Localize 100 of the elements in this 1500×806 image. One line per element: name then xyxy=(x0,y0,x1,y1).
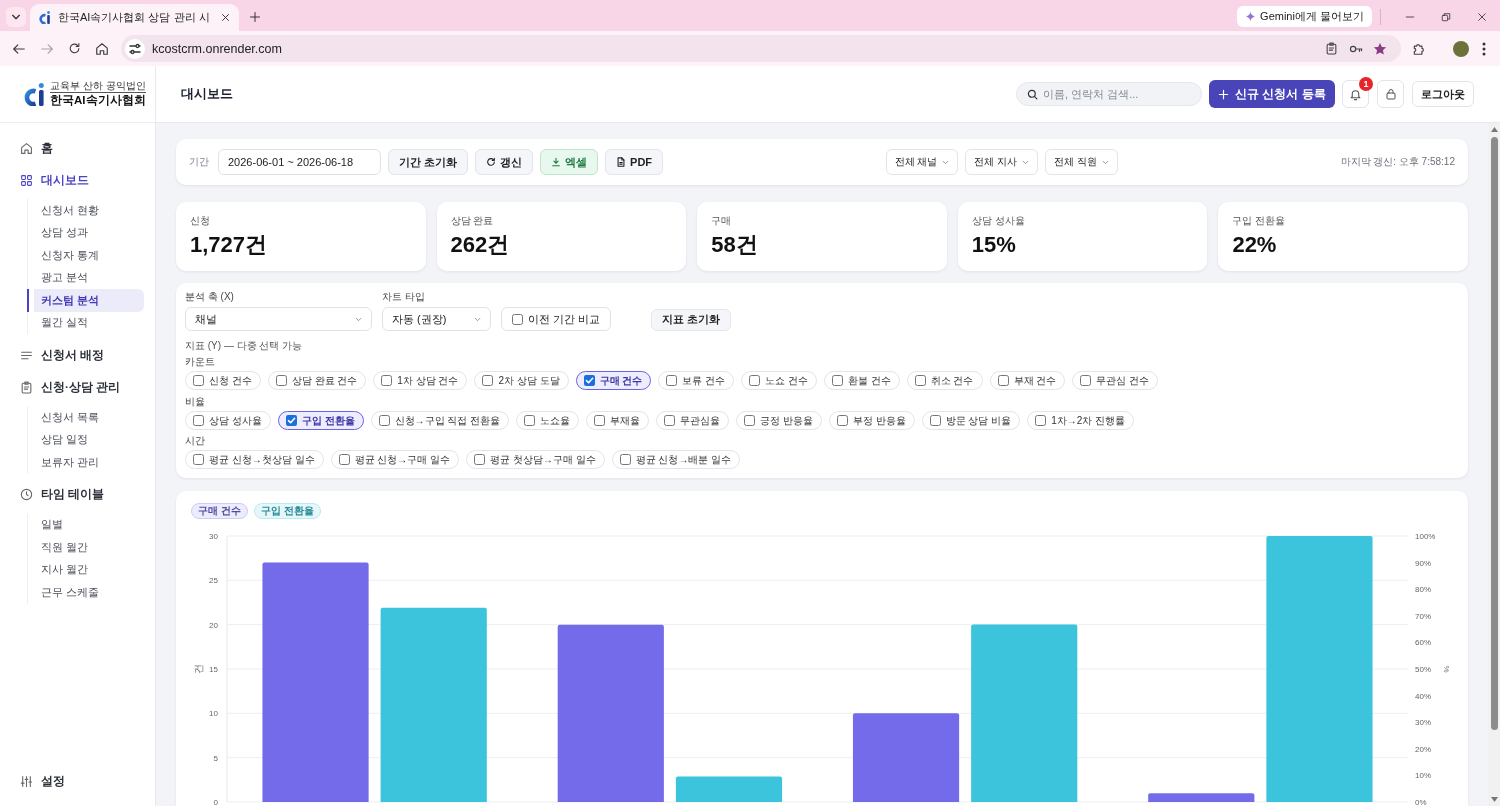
checkbox[interactable] xyxy=(594,415,606,426)
metric-toggle[interactable]: 부정 반응율 xyxy=(828,411,915,430)
nav-subitem[interactable]: 커스텀 분석 xyxy=(27,289,144,312)
compare-toggle[interactable]: 이전 기간 비교 xyxy=(501,307,612,331)
scroll-up-icon[interactable] xyxy=(1490,127,1498,132)
refresh-button[interactable]: 갱신 xyxy=(475,149,534,175)
new-tab-icon[interactable] xyxy=(248,10,261,23)
metric-toggle[interactable]: 노쇼율 xyxy=(516,411,580,430)
back-icon[interactable] xyxy=(12,41,26,56)
nav-subitem[interactable]: 상담 일정 xyxy=(27,428,144,451)
browser-tab[interactable]: 한국AI속기사협회 상담 관리 시 xyxy=(30,4,239,31)
checkbox[interactable] xyxy=(836,415,848,426)
metric-toggle[interactable]: 구입 전환율 xyxy=(277,411,364,430)
date-range-field[interactable]: 2026-06-01 ~ 2026-06-18 xyxy=(218,149,381,175)
nav-subitem[interactable]: 직원 월간 xyxy=(27,536,144,559)
lock-button[interactable] xyxy=(1377,80,1404,108)
checkbox[interactable] xyxy=(285,415,297,426)
home-icon[interactable] xyxy=(95,41,109,56)
address-bar[interactable]: kcostcrm.onrender.com xyxy=(121,35,1401,62)
metric-toggle[interactable]: 상담 성사율 xyxy=(185,411,271,430)
checkbox[interactable] xyxy=(275,375,287,386)
checkbox[interactable] xyxy=(929,415,941,426)
reset-metrics-button[interactable]: 지표 초기화 xyxy=(651,309,732,331)
checkbox[interactable] xyxy=(1035,415,1047,426)
metric-toggle[interactable]: 구매 건수 xyxy=(575,371,652,390)
metric-toggle[interactable]: 긍정 반응율 xyxy=(736,411,822,430)
metric-toggle[interactable]: 평균 신청→첫상담 일수 xyxy=(185,450,324,469)
metric-toggle[interactable]: 1차 상담 건수 xyxy=(373,371,468,390)
nav-subitem[interactable]: 일별 xyxy=(27,513,144,536)
metric-toggle[interactable]: 노쇼 건수 xyxy=(741,371,817,390)
nav-subitem[interactable]: 신청서 현황 xyxy=(27,199,144,222)
scrollbar-thumb[interactable] xyxy=(1490,137,1498,730)
metric-toggle[interactable]: 보류 건수 xyxy=(658,371,735,390)
nav-subitem[interactable]: 월간 실적 xyxy=(27,311,144,334)
checkbox[interactable] xyxy=(619,454,631,465)
checkbox[interactable] xyxy=(664,415,676,426)
star-icon[interactable] xyxy=(1373,41,1387,56)
metric-toggle[interactable]: 상담 완료 건수 xyxy=(267,371,367,390)
checkbox[interactable] xyxy=(193,454,204,465)
metric-toggle[interactable]: 부재율 xyxy=(586,411,650,430)
checkbox[interactable] xyxy=(749,375,761,386)
checkbox[interactable] xyxy=(583,375,595,386)
branch-select[interactable]: 전체 지사 xyxy=(965,149,1039,175)
puzzle-icon[interactable] xyxy=(1412,41,1426,56)
logout-button[interactable]: 로그아웃 xyxy=(1412,81,1474,107)
checkbox[interactable] xyxy=(512,313,523,325)
nav-item[interactable]: 홈 xyxy=(20,137,57,159)
x-axis-select[interactable]: 채널 xyxy=(185,307,372,331)
gemini-button[interactable]: Gemini에게 물어보기 xyxy=(1237,6,1372,27)
checkbox[interactable] xyxy=(381,375,393,386)
checkbox[interactable] xyxy=(524,415,536,426)
nav-item[interactable]: 신청서 배정 xyxy=(20,344,109,366)
metric-toggle[interactable]: 2차 상담 도달 xyxy=(474,371,569,390)
nav-item[interactable]: 신청·상담 관리 xyxy=(20,376,125,398)
scrollbar-track[interactable] xyxy=(1488,123,1500,806)
restore-icon[interactable] xyxy=(1441,11,1451,22)
metric-toggle[interactable]: 평균 신청→배분 일수 xyxy=(611,450,741,469)
checkbox[interactable] xyxy=(666,375,678,386)
metric-toggle[interactable]: 무관심 건수 xyxy=(1072,371,1159,390)
staff-select[interactable]: 전체 직원 xyxy=(1045,149,1118,175)
metric-toggle[interactable]: 신청→구입 직접 전환율 xyxy=(370,411,510,430)
pdf-button[interactable]: PDF xyxy=(605,149,664,175)
site-info-icon[interactable] xyxy=(125,38,145,59)
close-icon[interactable] xyxy=(1477,11,1487,22)
nav-item[interactable]: 타임 테이블 xyxy=(20,483,109,506)
metric-toggle[interactable]: 평균 첫상담→구매 일수 xyxy=(466,450,605,469)
nav-subitem[interactable]: 근무 스케줄 xyxy=(27,581,144,604)
nav-item[interactable]: 대시보드 xyxy=(20,169,93,191)
nav-item[interactable]: 설정 xyxy=(20,770,69,792)
chart-type-select[interactable]: 자동 (권장) xyxy=(382,307,491,331)
checkbox[interactable] xyxy=(193,415,204,426)
scroll-down-icon[interactable] xyxy=(1490,797,1498,802)
metric-toggle[interactable]: 방문 상담 비율 xyxy=(921,411,1021,430)
checkbox[interactable] xyxy=(1080,375,1092,386)
checkbox[interactable] xyxy=(474,454,486,465)
checkbox[interactable] xyxy=(831,375,843,386)
channel-select[interactable]: 전체 채널 xyxy=(885,149,959,175)
checkbox[interactable] xyxy=(997,375,1009,386)
reset-period-button[interactable]: 기간 초기화 xyxy=(388,149,469,175)
nav-subitem[interactable]: 광고 분석 xyxy=(27,266,144,289)
notification-button[interactable] xyxy=(1342,80,1369,108)
search-field[interactable]: 이름, 연락처 검색... xyxy=(1016,82,1202,106)
metric-toggle[interactable]: 부재 건수 xyxy=(989,371,1066,390)
nav-subitem[interactable]: 신청서 목록 xyxy=(27,406,144,429)
nav-subitem[interactable]: 신청자 통계 xyxy=(27,244,144,267)
metric-toggle[interactable]: 취소 건수 xyxy=(906,371,983,390)
metric-toggle[interactable]: 신청 건수 xyxy=(185,371,261,390)
metric-toggle[interactable]: 평균 신청→구매 일수 xyxy=(330,450,460,469)
metric-toggle[interactable]: 환불 건수 xyxy=(823,371,900,390)
excel-download-button[interactable]: 엑셀 xyxy=(540,149,599,175)
avatar-icon[interactable] xyxy=(1453,40,1469,57)
tab-list-button[interactable] xyxy=(6,6,26,27)
close-icon[interactable] xyxy=(220,13,230,22)
metric-toggle[interactable]: 무관심율 xyxy=(656,411,730,430)
checkbox[interactable] xyxy=(193,375,204,386)
checkbox[interactable] xyxy=(744,415,756,426)
checkbox[interactable] xyxy=(338,454,350,465)
clipboard-icon[interactable] xyxy=(1325,42,1338,55)
reload-icon[interactable] xyxy=(68,42,81,55)
metric-toggle[interactable]: 1차→2차 진행률 xyxy=(1027,411,1135,430)
